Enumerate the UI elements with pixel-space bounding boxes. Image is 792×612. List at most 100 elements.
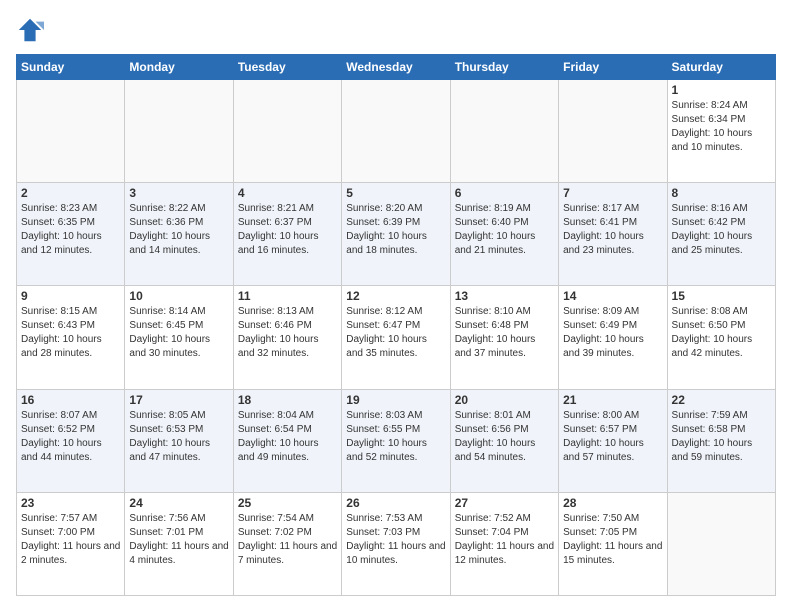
day-number: 13 <box>455 289 554 303</box>
day-header-saturday: Saturday <box>667 55 775 80</box>
calendar-table: SundayMondayTuesdayWednesdayThursdayFrid… <box>16 54 776 596</box>
day-info: Sunrise: 8:21 AM Sunset: 6:37 PM Dayligh… <box>238 202 337 258</box>
day-info: Sunrise: 8:07 AM Sunset: 6:52 PM Dayligh… <box>21 409 120 465</box>
calendar-cell: 22 Sunrise: 7:59 AM Sunset: 6:58 PM Dayli… <box>667 389 775 492</box>
day-info: Sunrise: 8:22 AM Sunset: 6:36 PM Dayligh… <box>129 202 228 258</box>
day-info: Sunrise: 8:10 AM Sunset: 6:48 PM Dayligh… <box>455 305 554 361</box>
day-info: Sunrise: 8:13 AM Sunset: 6:46 PM Dayligh… <box>238 305 337 361</box>
week-row-3: 9 Sunrise: 8:15 AM Sunset: 6:43 PM Daylig… <box>17 286 776 389</box>
calendar-cell: 12 Sunrise: 8:12 AM Sunset: 6:47 PM Dayli… <box>342 286 450 389</box>
week-row-5: 23 Sunrise: 7:57 AM Sunset: 7:00 PM Dayli… <box>17 492 776 595</box>
day-header-sunday: Sunday <box>17 55 125 80</box>
day-number: 27 <box>455 496 554 510</box>
logo-icon <box>16 16 44 44</box>
week-row-4: 16 Sunrise: 8:07 AM Sunset: 6:52 PM Dayli… <box>17 389 776 492</box>
day-info: Sunrise: 8:01 AM Sunset: 6:56 PM Dayligh… <box>455 409 554 465</box>
day-number: 3 <box>129 186 228 200</box>
header <box>16 16 776 44</box>
day-number: 28 <box>563 496 662 510</box>
day-number: 10 <box>129 289 228 303</box>
day-number: 21 <box>563 393 662 407</box>
calendar-cell: 1Sunrise: 8:24 AM Sunset: 6:34 PM Daylig… <box>667 80 775 183</box>
day-number: 6 <box>455 186 554 200</box>
calendar-cell: 27 Sunrise: 7:52 AM Sunset: 7:04 PM Dayli… <box>450 492 558 595</box>
calendar-cell: 15 Sunrise: 8:08 AM Sunset: 6:50 PM Dayli… <box>667 286 775 389</box>
calendar-cell <box>559 80 667 183</box>
calendar-cell <box>667 492 775 595</box>
day-info: Sunrise: 8:09 AM Sunset: 6:49 PM Dayligh… <box>563 305 662 361</box>
calendar-cell: 13 Sunrise: 8:10 AM Sunset: 6:48 PM Dayli… <box>450 286 558 389</box>
day-number: 12 <box>346 289 445 303</box>
calendar-cell <box>125 80 233 183</box>
day-info: Sunrise: 7:50 AM Sunset: 7:05 PM Dayligh… <box>563 512 662 568</box>
day-number: 9 <box>21 289 120 303</box>
day-number: 16 <box>21 393 120 407</box>
day-info: Sunrise: 7:56 AM Sunset: 7:01 PM Dayligh… <box>129 512 228 568</box>
calendar-cell: 16 Sunrise: 8:07 AM Sunset: 6:52 PM Dayli… <box>17 389 125 492</box>
day-info: Sunrise: 8:16 AM Sunset: 6:42 PM Dayligh… <box>672 202 771 258</box>
day-info: Sunrise: 8:17 AM Sunset: 6:41 PM Dayligh… <box>563 202 662 258</box>
calendar-cell: 10Sunrise: 8:14 AM Sunset: 6:45 PM Dayli… <box>125 286 233 389</box>
calendar-cell <box>342 80 450 183</box>
day-number: 7 <box>563 186 662 200</box>
day-info: Sunrise: 8:08 AM Sunset: 6:50 PM Dayligh… <box>672 305 771 361</box>
calendar-cell: 28 Sunrise: 7:50 AM Sunset: 7:05 PM Dayli… <box>559 492 667 595</box>
calendar-cell: 6 Sunrise: 8:19 AM Sunset: 6:40 PM Daylig… <box>450 183 558 286</box>
day-number: 14 <box>563 289 662 303</box>
day-info: Sunrise: 7:59 AM Sunset: 6:58 PM Dayligh… <box>672 409 771 465</box>
day-number: 23 <box>21 496 120 510</box>
day-header-friday: Friday <box>559 55 667 80</box>
day-info: Sunrise: 8:03 AM Sunset: 6:55 PM Dayligh… <box>346 409 445 465</box>
day-number: 18 <box>238 393 337 407</box>
calendar-cell: 23 Sunrise: 7:57 AM Sunset: 7:00 PM Dayli… <box>17 492 125 595</box>
day-number: 25 <box>238 496 337 510</box>
calendar-cell: 19 Sunrise: 8:03 AM Sunset: 6:55 PM Dayli… <box>342 389 450 492</box>
calendar-cell: 11Sunrise: 8:13 AM Sunset: 6:46 PM Dayli… <box>233 286 341 389</box>
day-number: 22 <box>672 393 771 407</box>
day-info: Sunrise: 8:23 AM Sunset: 6:35 PM Dayligh… <box>21 202 120 258</box>
day-info: Sunrise: 8:00 AM Sunset: 6:57 PM Dayligh… <box>563 409 662 465</box>
day-number: 17 <box>129 393 228 407</box>
day-info: Sunrise: 8:04 AM Sunset: 6:54 PM Dayligh… <box>238 409 337 465</box>
header-row: SundayMondayTuesdayWednesdayThursdayFrid… <box>17 55 776 80</box>
day-info: Sunrise: 8:05 AM Sunset: 6:53 PM Dayligh… <box>129 409 228 465</box>
day-number: 5 <box>346 186 445 200</box>
calendar-cell: 20 Sunrise: 8:01 AM Sunset: 6:56 PM Dayli… <box>450 389 558 492</box>
day-header-tuesday: Tuesday <box>233 55 341 80</box>
day-number: 24 <box>129 496 228 510</box>
calendar-cell: 24 Sunrise: 7:56 AM Sunset: 7:01 PM Dayli… <box>125 492 233 595</box>
calendar-cell: 17 Sunrise: 8:05 AM Sunset: 6:53 PM Dayli… <box>125 389 233 492</box>
calendar-cell: 26Sunrise: 7:53 AM Sunset: 7:03 PM Dayli… <box>342 492 450 595</box>
calendar-page: SundayMondayTuesdayWednesdayThursdayFrid… <box>0 0 792 612</box>
day-number: 2 <box>21 186 120 200</box>
day-number: 4 <box>238 186 337 200</box>
calendar-cell: 5 Sunrise: 8:20 AM Sunset: 6:39 PM Daylig… <box>342 183 450 286</box>
day-number: 8 <box>672 186 771 200</box>
calendar-cell <box>233 80 341 183</box>
calendar-cell <box>17 80 125 183</box>
day-header-wednesday: Wednesday <box>342 55 450 80</box>
calendar-cell: 2 Sunrise: 8:23 AM Sunset: 6:35 PM Daylig… <box>17 183 125 286</box>
day-info: Sunrise: 8:20 AM Sunset: 6:39 PM Dayligh… <box>346 202 445 258</box>
day-header-monday: Monday <box>125 55 233 80</box>
day-info: Sunrise: 8:12 AM Sunset: 6:47 PM Dayligh… <box>346 305 445 361</box>
day-info: Sunrise: 7:53 AM Sunset: 7:03 PM Dayligh… <box>346 512 445 568</box>
day-info: Sunrise: 8:19 AM Sunset: 6:40 PM Dayligh… <box>455 202 554 258</box>
calendar-cell: 8 Sunrise: 8:16 AM Sunset: 6:42 PM Daylig… <box>667 183 775 286</box>
day-number: 1 <box>672 83 771 97</box>
week-row-1: 1Sunrise: 8:24 AM Sunset: 6:34 PM Daylig… <box>17 80 776 183</box>
day-header-thursday: Thursday <box>450 55 558 80</box>
logo <box>16 16 48 44</box>
day-info: Sunrise: 7:52 AM Sunset: 7:04 PM Dayligh… <box>455 512 554 568</box>
calendar-cell: 14 Sunrise: 8:09 AM Sunset: 6:49 PM Dayli… <box>559 286 667 389</box>
calendar-cell: 9 Sunrise: 8:15 AM Sunset: 6:43 PM Daylig… <box>17 286 125 389</box>
day-info: Sunrise: 7:57 AM Sunset: 7:00 PM Dayligh… <box>21 512 120 568</box>
day-number: 15 <box>672 289 771 303</box>
calendar-cell: 7 Sunrise: 8:17 AM Sunset: 6:41 PM Daylig… <box>559 183 667 286</box>
day-number: 19 <box>346 393 445 407</box>
day-number: 20 <box>455 393 554 407</box>
day-info: Sunrise: 8:15 AM Sunset: 6:43 PM Dayligh… <box>21 305 120 361</box>
calendar-cell: 25Sunrise: 7:54 AM Sunset: 7:02 PM Dayli… <box>233 492 341 595</box>
calendar-cell: 21 Sunrise: 8:00 AM Sunset: 6:57 PM Dayli… <box>559 389 667 492</box>
calendar-cell: 4 Sunrise: 8:21 AM Sunset: 6:37 PM Daylig… <box>233 183 341 286</box>
